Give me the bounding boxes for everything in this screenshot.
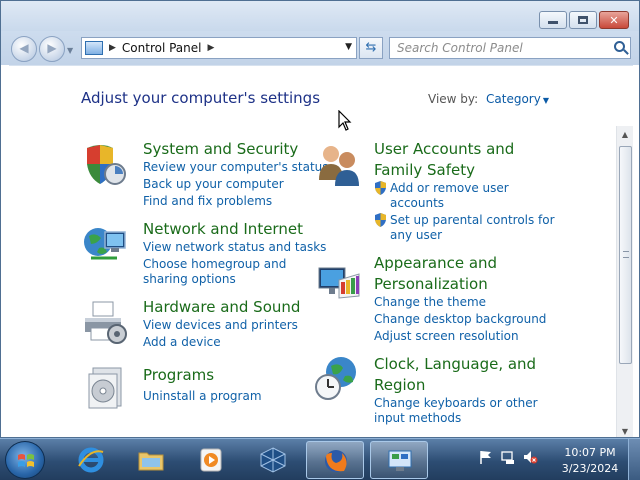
navigation-bar: ◀ ▶ ▼ ▶ Control Panel ▶ ▼ ⇆	[1, 31, 639, 65]
title-bar[interactable]: ✕	[1, 1, 639, 31]
content-pane: Adjust your computer's settings View by:…	[9, 65, 633, 437]
address-bar[interactable]: ▶ Control Panel ▶ ▼	[81, 37, 357, 59]
control-panel-icon	[388, 450, 412, 471]
media-player-icon	[200, 448, 222, 472]
internet-explorer-icon	[78, 447, 104, 473]
link-choose-homegroup[interactable]: Choose homegroup and	[143, 257, 286, 271]
network-globe-icon[interactable]	[81, 220, 129, 268]
scroll-down-icon[interactable]: ▼	[617, 423, 633, 437]
category-clock-line1[interactable]: Clock, Language, and	[374, 355, 536, 373]
link-change-theme[interactable]: Change the theme	[374, 295, 486, 309]
link-change-keyboards[interactable]: Change keyboards or other	[374, 396, 538, 410]
search-input[interactable]	[390, 38, 600, 58]
link-review-computer-status[interactable]: Review your computer's status	[143, 160, 329, 174]
view-by-dropdown[interactable]: Category ▼	[486, 92, 549, 106]
refresh-button[interactable]: ⇆	[359, 37, 383, 59]
forward-button[interactable]: ▶	[39, 36, 65, 62]
system-tray	[478, 449, 538, 471]
minimize-icon	[540, 12, 566, 28]
category-programs[interactable]: Programs	[143, 366, 214, 384]
category-system-and-security[interactable]: System and Security	[143, 140, 298, 158]
network-icon[interactable]	[500, 449, 516, 465]
view-by-value: Category	[486, 92, 541, 106]
breadcrumb-control-panel[interactable]: Control Panel	[122, 41, 202, 55]
breadcrumb-chevron-icon[interactable]: ▶	[208, 43, 215, 53]
users-icon[interactable]	[315, 140, 363, 188]
vertical-scrollbar[interactable]: ▲ ▼	[616, 126, 633, 437]
windows-logo-icon	[18, 454, 34, 467]
search-box[interactable]	[389, 37, 631, 59]
close-button[interactable]: ✕	[599, 11, 629, 29]
category-appearance-line1[interactable]: Appearance and	[374, 254, 497, 272]
link-input-methods[interactable]: input methods	[374, 411, 461, 425]
forward-arrow-icon: ▶	[47, 41, 57, 55]
breadcrumb-chevron-icon[interactable]: ▶	[109, 43, 116, 53]
taskbar-internet-explorer[interactable]	[62, 441, 120, 479]
uac-shield-icon	[375, 213, 386, 227]
close-icon: ✕	[609, 13, 619, 27]
page-title: Adjust your computer's settings	[81, 89, 321, 107]
maximize-button[interactable]	[569, 11, 597, 29]
back-button[interactable]: ◀	[11, 36, 37, 62]
refresh-icon: ⇆	[365, 40, 377, 55]
category-appearance-line2[interactable]: Personalization	[374, 275, 488, 293]
address-dropdown-icon[interactable]: ▼	[345, 42, 352, 52]
link-adjust-screen-resolution[interactable]: Adjust screen resolution	[374, 329, 519, 343]
category-user-accounts-line1[interactable]: User Accounts and	[374, 140, 514, 158]
show-desktop-button[interactable]	[628, 439, 640, 480]
link-back-up-computer[interactable]: Back up your computer	[143, 177, 284, 191]
appearance-icon[interactable]	[315, 260, 363, 308]
mouse-cursor-icon	[338, 110, 352, 131]
clock-date: 3/23/2024	[561, 462, 619, 475]
taskbar-control-panel[interactable]	[370, 441, 428, 479]
programs-icon[interactable]	[83, 364, 131, 412]
shield-security-icon[interactable]	[81, 140, 129, 188]
taskbar-windows-explorer[interactable]	[122, 441, 180, 479]
start-button[interactable]	[5, 441, 45, 479]
link-uninstall-program[interactable]: Uninstall a program	[143, 389, 262, 403]
virtualbox-icon	[260, 447, 286, 473]
scroll-grip-icon	[623, 251, 629, 258]
search-icon[interactable]	[614, 41, 625, 52]
link-add-remove-user-cont[interactable]: accounts	[390, 196, 444, 210]
link-find-fix-problems[interactable]: Find and fix problems	[143, 194, 272, 208]
folder-icon	[138, 452, 164, 471]
taskbar-media-player[interactable]	[182, 441, 240, 479]
chevron-down-icon: ▼	[542, 96, 549, 105]
category-user-accounts-line2[interactable]: Family Safety	[374, 161, 475, 179]
link-add-remove-user[interactable]: Add or remove user	[390, 181, 509, 195]
recent-pages-dropdown[interactable]: ▼	[67, 46, 73, 55]
scroll-thumb[interactable]	[619, 146, 632, 364]
link-view-devices-printers[interactable]: View devices and printers	[143, 318, 298, 332]
clock-globe-icon[interactable]	[313, 354, 361, 402]
link-change-desktop-background[interactable]: Change desktop background	[374, 312, 546, 326]
link-sharing-options[interactable]: sharing options	[143, 272, 236, 286]
control-panel-window: ✕ ◀ ▶ ▼ ▶ Control Panel ▶ ▼ ⇆ Adjust you…	[0, 0, 640, 438]
taskbar-clock[interactable]: 10:07 PM 3/23/2024	[556, 445, 624, 477]
link-parental-controls[interactable]: Set up parental controls for	[390, 213, 555, 227]
uac-shield-icon	[375, 181, 386, 195]
taskbar-virtualbox[interactable]	[244, 441, 302, 479]
view-by-label: View by:	[428, 92, 479, 106]
firefox-icon	[325, 450, 347, 472]
volume-muted-icon[interactable]	[522, 449, 538, 465]
caption-buttons: ✕	[539, 11, 629, 29]
category-clock-line2[interactable]: Region	[374, 376, 425, 394]
scroll-up-icon[interactable]: ▲	[617, 126, 633, 143]
link-add-device[interactable]: Add a device	[143, 335, 221, 349]
clock-time: 10:07 PM	[564, 446, 616, 459]
action-center-flag-icon[interactable]	[478, 449, 494, 465]
link-view-network-status[interactable]: View network status and tasks	[143, 240, 326, 254]
category-network-and-internet[interactable]: Network and Internet	[143, 220, 303, 238]
taskbar: 10:07 PM 3/23/2024	[0, 438, 640, 480]
minimize-button[interactable]	[539, 11, 567, 29]
printer-icon[interactable]	[81, 298, 129, 346]
category-hardware-and-sound[interactable]: Hardware and Sound	[143, 298, 300, 316]
link-parental-controls-cont[interactable]: any user	[390, 228, 442, 242]
back-arrow-icon: ◀	[19, 41, 29, 55]
maximize-icon	[570, 12, 596, 28]
control-panel-icon	[85, 41, 103, 55]
taskbar-firefox[interactable]	[306, 441, 364, 479]
